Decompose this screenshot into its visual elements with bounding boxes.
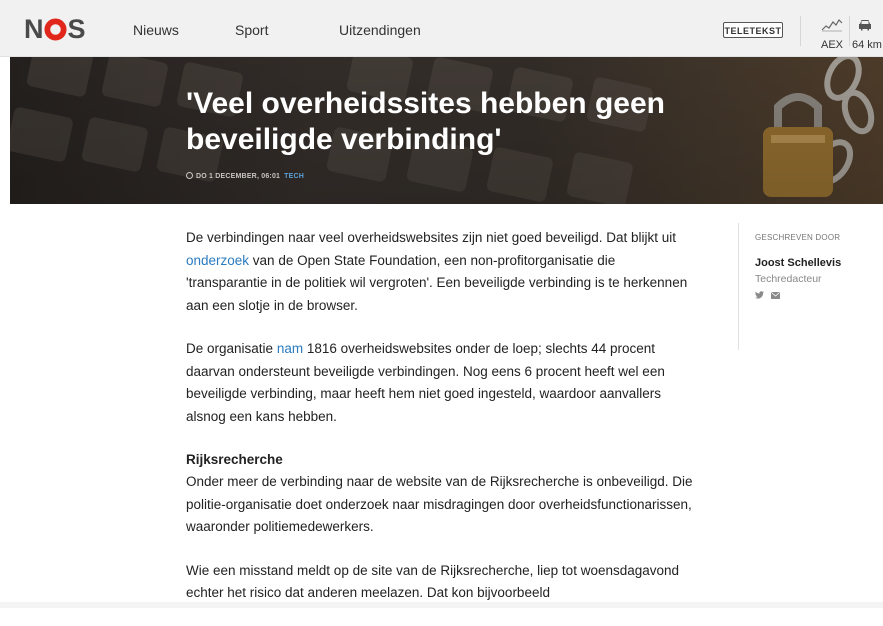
paragraph-1: De verbindingen naar veel overheidswebsi…: [186, 230, 688, 313]
site-header: N S Nieuws Sport Uitzendingen TELETEKST …: [0, 0, 883, 57]
twitter-icon[interactable]: [755, 291, 764, 299]
nos-logo[interactable]: N S: [24, 14, 86, 44]
section-heading: Rijksrecherche: [186, 452, 283, 467]
paragraph-2: De organisatie nam 1816 overheidswebsite…: [186, 341, 665, 424]
teletekst-button[interactable]: TELETEKST: [723, 22, 783, 38]
paragraph-4: Wie een misstand meldt op de site van de…: [186, 562, 680, 601]
logo-letter-n: N: [24, 14, 43, 44]
mail-icon[interactable]: [771, 291, 780, 299]
clock-icon: [186, 172, 193, 179]
article-date: DO 1 DECEMBER, 06:01: [196, 173, 281, 180]
nav-sport[interactable]: Sport: [235, 22, 268, 38]
paragraph-3: Onder meer de verbinding naar de website…: [186, 474, 693, 534]
chart-icon: [821, 19, 843, 32]
article-title: 'Veel overheidssites hebben geen beveili…: [186, 87, 665, 156]
article-body: De verbindingen naar veel overheidswebsi…: [186, 227, 696, 626]
logo-o-icon: [43, 17, 67, 41]
author-role: Techredacteur: [755, 273, 822, 285]
link-onderzoek[interactable]: onderzoek: [186, 253, 249, 268]
category-tag[interactable]: TECH: [284, 173, 304, 180]
header-divider: [800, 16, 801, 46]
bottom-edge: [0, 602, 883, 608]
link-nam[interactable]: nam: [277, 341, 303, 356]
nav-nieuws[interactable]: Nieuws: [133, 22, 179, 38]
author-name[interactable]: Joost Schellevis: [755, 257, 883, 269]
hero-image: 'Veel overheidssites hebben geen beveili…: [10, 57, 883, 204]
aex-label: AEX: [820, 39, 843, 51]
car-icon: [859, 20, 871, 31]
author-label: GESCHREVEN DOOR: [755, 233, 841, 242]
nav-uitzendingen[interactable]: Uitzendingen: [339, 22, 421, 38]
traffic-widget[interactable]: 64 km: [852, 18, 883, 51]
logo-letter-s: S: [67, 14, 86, 44]
article-meta: DO 1 DECEMBER, 06:01 TECH: [186, 172, 304, 180]
author-box: GESCHREVEN DOOR Joost Schellevis Techred…: [738, 223, 883, 350]
header-divider: [849, 16, 850, 46]
traffic-label: 64 km: [852, 39, 882, 51]
aex-widget[interactable]: AEX: [818, 18, 846, 51]
